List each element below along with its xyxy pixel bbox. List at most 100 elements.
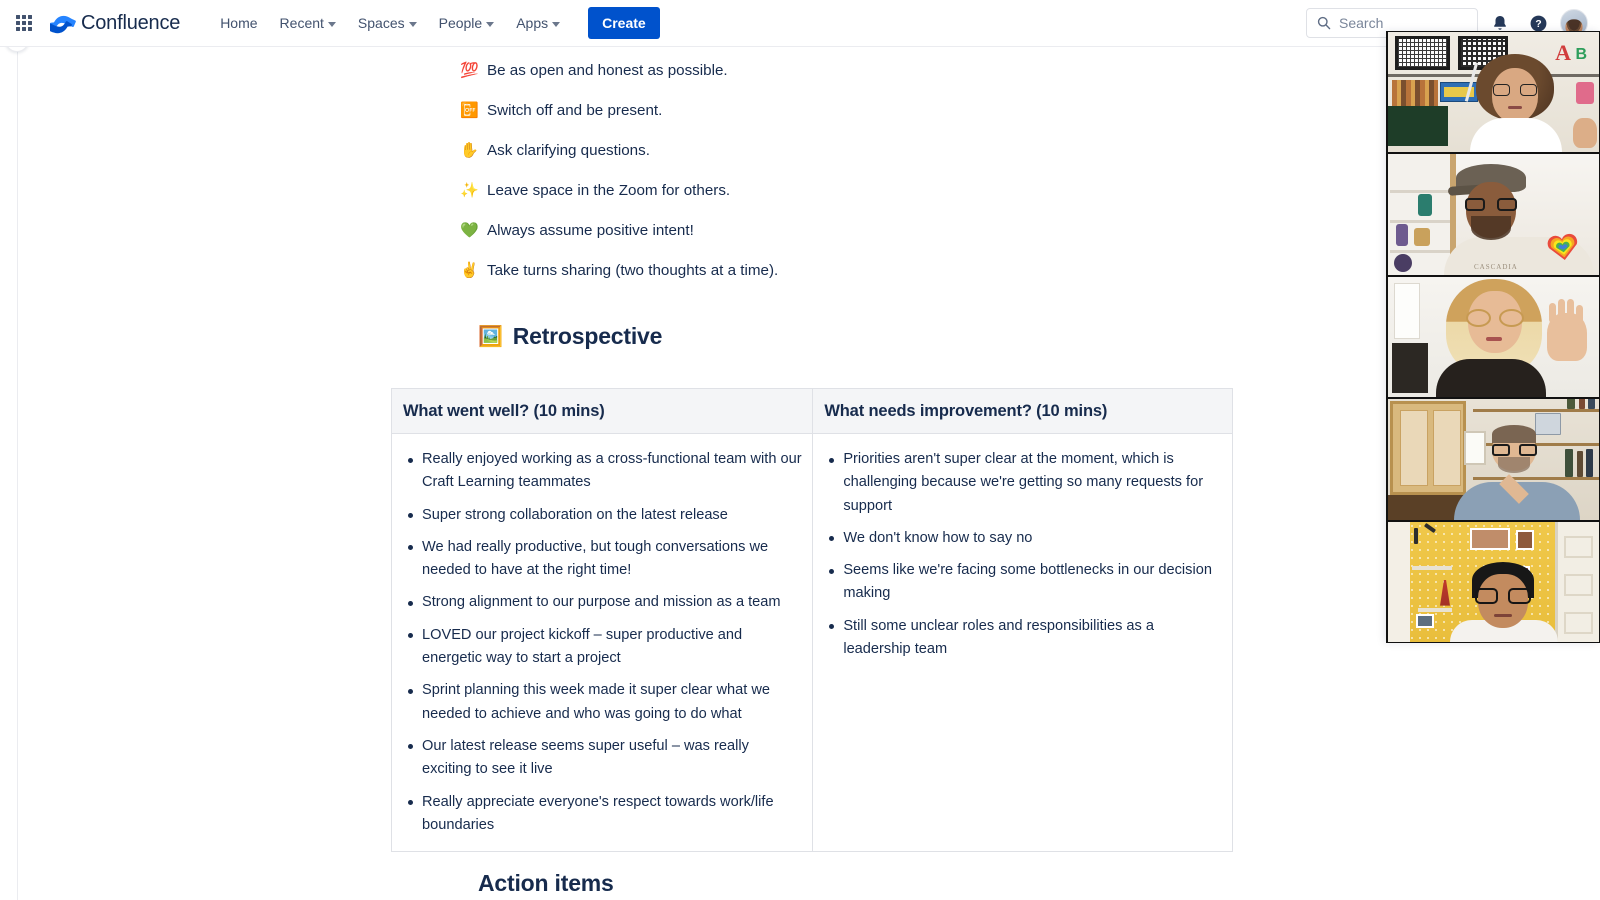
- person-mouth: [1508, 106, 1522, 109]
- sparkles-icon: ✨: [460, 182, 479, 199]
- cabinet: [1390, 401, 1466, 496]
- app-switcher-dot: [28, 14, 33, 19]
- list-item: We had really productive, but tough conv…: [402, 536, 802, 583]
- cell-what-went-well: Really enjoyed working as a cross-functi…: [390, 432, 814, 853]
- app-switcher-dot: [15, 21, 20, 25]
- rainbow-heart-icon: [1547, 233, 1578, 260]
- victory-hand-icon: ✌️: [460, 262, 479, 279]
- person-beard: [1498, 457, 1530, 474]
- what-went-well-list: Really enjoyed working as a cross-functi…: [402, 448, 802, 837]
- video-tile-participant-3[interactable]: [1386, 275, 1600, 399]
- green-heart-icon: 💚: [460, 222, 479, 239]
- table-row: Really enjoyed working as a cross-functi…: [390, 432, 1233, 853]
- app-switcher-dot: [22, 27, 26, 32]
- shelf: [1390, 220, 1450, 223]
- shelf: [1418, 607, 1452, 612]
- list-item: Our latest release seems super useful – …: [402, 735, 802, 782]
- nav-item-home[interactable]: Home: [210, 9, 267, 37]
- video-feed: [1388, 276, 1599, 398]
- action-items-heading: Action items: [478, 870, 614, 896]
- wall-art: [1395, 36, 1450, 70]
- video-feed: CASCADIA: [1388, 154, 1599, 275]
- video-feed: A B: [1388, 32, 1599, 153]
- list-item-label: Be as open and honest as possible.: [487, 62, 728, 79]
- person-shirt: [1470, 118, 1562, 153]
- shelf: [1390, 250, 1450, 253]
- list-item: 💯 Be as open and honest as possible.: [460, 60, 1320, 82]
- confluence-logo-icon: [50, 15, 76, 34]
- search-input[interactable]: [1339, 15, 1459, 31]
- nav-item-recent[interactable]: Recent: [270, 9, 346, 37]
- table-body: Really enjoyed working as a cross-functi…: [390, 432, 1233, 853]
- person-mouth: [1486, 336, 1502, 341]
- window: [1394, 282, 1420, 339]
- cabinet-door: [1400, 410, 1428, 487]
- shelf-decor: A: [1555, 40, 1571, 65]
- nav-item-people[interactable]: People: [429, 9, 505, 37]
- book: [1567, 399, 1575, 410]
- chevron-down-icon: [408, 21, 417, 27]
- book: [1588, 399, 1595, 410]
- confluence-home-link[interactable]: Confluence: [50, 11, 180, 35]
- table-header: What went well? (10 mins) What needs imp…: [390, 388, 1233, 434]
- video-call-panel[interactable]: A B CASCADIA: [1386, 31, 1600, 643]
- shelf: [1473, 409, 1599, 413]
- list-item: Really enjoyed working as a cross-functi…: [402, 448, 802, 495]
- ground-rules-list: 💯 Be as open and honest as possible. 📴 S…: [460, 47, 1320, 282]
- nav-item-spaces-label: Spaces: [357, 15, 405, 31]
- sidebar-collapsed-rail: [0, 47, 18, 900]
- book: [1565, 449, 1573, 478]
- video-tile-participant-2[interactable]: CASCADIA: [1386, 153, 1600, 276]
- app-switcher-dot: [28, 21, 33, 25]
- list-item: Still some unclear roles and responsibil…: [823, 615, 1222, 662]
- background-object: [1392, 342, 1428, 393]
- chevron-down-icon: [486, 21, 495, 27]
- retrospective-heading: 🖼️ Retrospective: [478, 323, 1320, 350]
- retrospective-table: What went well? (10 mins) What needs imp…: [390, 388, 1233, 853]
- table-header-row: What went well? (10 mins) What needs imp…: [390, 388, 1233, 434]
- list-item: 📴 Switch off and be present.: [460, 100, 1320, 122]
- book: [1579, 399, 1585, 410]
- nav-item-home-label: Home: [220, 15, 258, 31]
- svg-text:?: ?: [1535, 19, 1541, 30]
- app-switcher-icon[interactable]: [12, 11, 36, 35]
- shirt-logo: CASCADIA: [1474, 262, 1518, 271]
- video-tile-participant-1[interactable]: A B: [1386, 31, 1600, 154]
- nav-item-apps[interactable]: Apps: [506, 9, 570, 37]
- nav-item-spaces[interactable]: Spaces: [348, 9, 427, 37]
- list-item-label: Ask clarifying questions.: [487, 142, 650, 159]
- person-hair: [1492, 425, 1536, 444]
- eyeglasses-icon: [1466, 308, 1524, 327]
- framed-photo: [1516, 529, 1534, 550]
- top-navigation-bar: Confluence Home Recent Spaces People App…: [0, 0, 1600, 47]
- list-item: ✨ Leave space in the Zoom for others.: [460, 180, 1320, 202]
- video-tile-participant-5[interactable]: [1386, 520, 1600, 643]
- list-item: 💚 Always assume positive intent!: [460, 220, 1320, 242]
- document-body: 💯 Be as open and honest as possible. 📴 S…: [390, 47, 1320, 896]
- shelf-decor: [1418, 194, 1432, 217]
- shelf-decor: [1414, 228, 1430, 247]
- cell-what-needs-improvement: Priorities aren't super clear at the mom…: [812, 432, 1233, 853]
- book: [1586, 449, 1593, 478]
- list-item: Strong alignment to our purpose and miss…: [402, 591, 802, 614]
- help-icon: ?: [1530, 15, 1546, 31]
- list-item: Really appreciate everyone's respect tow…: [402, 791, 802, 838]
- list-item-label: Take turns sharing (two thoughts at a ti…: [487, 262, 779, 279]
- primary-nav-links: Home Recent Spaces People Apps Create: [210, 7, 660, 39]
- raised-hand-icon: ✋: [460, 142, 479, 159]
- video-tile-participant-4[interactable]: [1386, 398, 1600, 521]
- list-item-label: Always assume positive intent!: [487, 222, 694, 239]
- list-item: We don't know how to say no: [823, 527, 1222, 550]
- list-item: Sprint planning this week made it super …: [402, 679, 802, 726]
- create-button[interactable]: Create: [588, 7, 660, 39]
- window: [1464, 431, 1486, 466]
- nav-item-apps-label: Apps: [516, 15, 549, 31]
- list-item-label: Switch off and be present.: [487, 102, 663, 119]
- app-switcher-dot: [15, 14, 20, 19]
- search-icon: [1317, 16, 1331, 30]
- person-jacket: [1436, 359, 1546, 398]
- background-wall: [1388, 521, 1410, 642]
- background-object: [1388, 106, 1448, 146]
- shelf: [1473, 477, 1599, 481]
- page-content-area: 💯 Be as open and honest as possible. 📴 S…: [19, 47, 1600, 900]
